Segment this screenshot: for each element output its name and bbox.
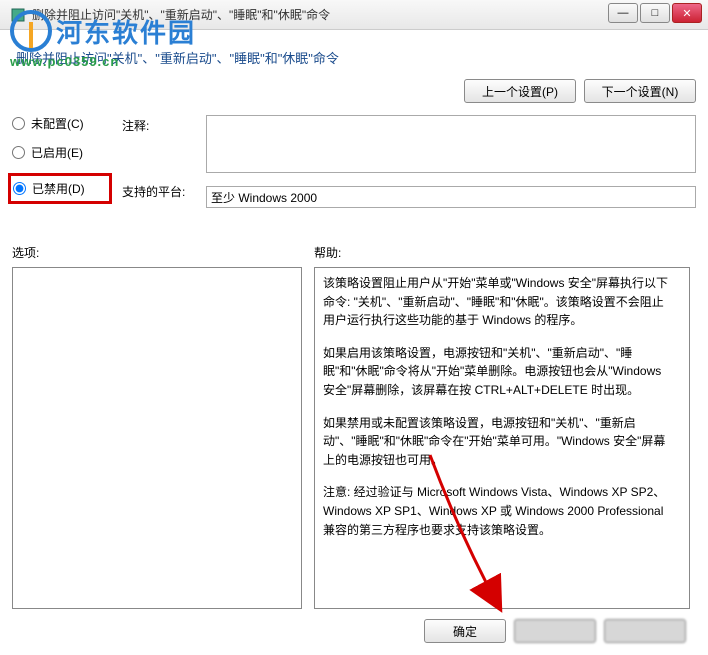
apply-button[interactable]	[604, 619, 686, 643]
close-button[interactable]: ✕	[672, 3, 702, 23]
titlebar: 删除并阻止访问"关机"、"重新启动"、"睡眠"和"休眠"命令 ― □ ✕	[0, 0, 708, 30]
radio-enabled[interactable]: 已启用(E)	[12, 144, 112, 161]
platform-field: 至少 Windows 2000	[206, 186, 696, 208]
policy-title: 删除并阻止访问"关机"、"重新启动"、"睡眠"和"休眠"命令	[16, 48, 696, 67]
radio-not-configured[interactable]: 未配置(C)	[12, 115, 112, 132]
radio-disabled-label: 已禁用(D)	[32, 180, 85, 197]
options-label: 选项:	[12, 244, 302, 261]
prev-setting-button[interactable]: 上一个设置(P)	[464, 79, 576, 103]
platform-label: 支持的平台:	[122, 183, 196, 200]
cancel-button[interactable]	[514, 619, 596, 643]
minimize-button[interactable]: ―	[608, 3, 638, 23]
help-paragraph: 该策略设置阻止用户从"开始"菜单或"Windows 安全"屏幕执行以下命令: "…	[323, 274, 673, 330]
help-paragraph: 如果启用该策略设置，电源按钮和"关机"、"重新启动"、"睡眠"和"休眠"命令将从…	[323, 344, 673, 400]
radio-enabled-label: 已启用(E)	[31, 144, 83, 161]
window-title: 删除并阻止访问"关机"、"重新启动"、"睡眠"和"休眠"命令	[32, 6, 704, 23]
comment-input[interactable]	[206, 115, 696, 173]
comment-label: 注释:	[122, 115, 196, 175]
help-box[interactable]: 该策略设置阻止用户从"开始"菜单或"Windows 安全"屏幕执行以下命令: "…	[314, 267, 690, 609]
maximize-button[interactable]: □	[640, 3, 670, 23]
radio-not-configured-input[interactable]	[12, 117, 25, 130]
help-paragraph: 注意: 经过验证与 Microsoft Windows Vista、Window…	[323, 483, 673, 539]
radio-enabled-input[interactable]	[12, 146, 25, 159]
help-paragraph: 如果禁用或未配置该策略设置，电源按钮和"关机"、"重新启动"、"睡眠"和"休眠"…	[323, 414, 673, 470]
radio-not-configured-label: 未配置(C)	[31, 115, 84, 132]
ok-button[interactable]: 确定	[424, 619, 506, 643]
next-setting-button[interactable]: 下一个设置(N)	[584, 79, 696, 103]
help-label: 帮助:	[314, 244, 696, 261]
radio-disabled-input[interactable]	[13, 182, 26, 195]
options-box	[12, 267, 302, 609]
radio-disabled[interactable]: 已禁用(D)	[8, 173, 112, 204]
app-icon	[10, 7, 26, 23]
